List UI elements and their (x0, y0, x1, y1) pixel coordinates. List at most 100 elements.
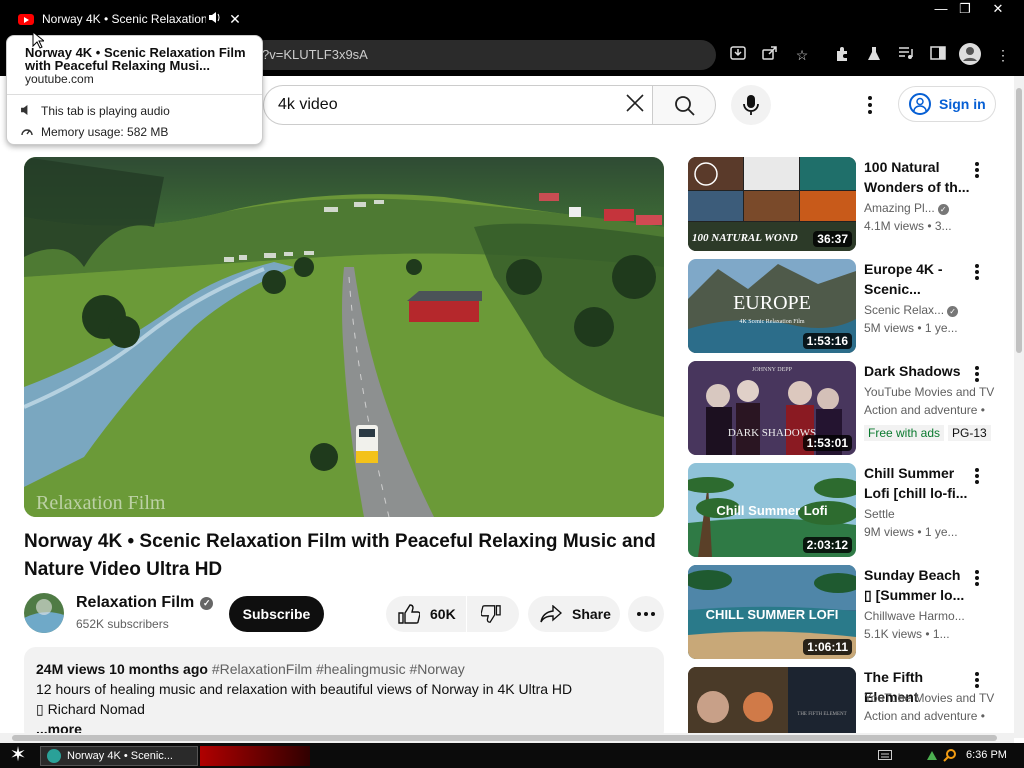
hovercard-audio-row: This tab is playing audio (21, 104, 170, 118)
media-control-icon[interactable] (896, 46, 916, 64)
item-menu-icon[interactable] (972, 567, 982, 589)
share-button[interactable]: Share (528, 596, 620, 632)
item-menu-icon[interactable] (972, 669, 982, 691)
dislike-button[interactable] (467, 596, 519, 632)
recommendation-thumbnail[interactable]: CHILL SUMMER LOFI 1:06:11 (688, 565, 856, 659)
subscribe-button[interactable]: Subscribe (229, 596, 324, 632)
start-menu-icon[interactable]: ✶ (6, 745, 30, 767)
voice-search-button[interactable] (731, 85, 771, 125)
recommendation-item[interactable]: Chill Summer Lofi 2:03:12 Chill Summer L… (688, 463, 1008, 557)
recommendation-title[interactable]: 100 Natural Wonders of th... (864, 157, 972, 197)
subscriber-count: 652K subscribers (76, 617, 169, 631)
video-duration: 36:37 (813, 231, 852, 247)
search-button[interactable] (652, 85, 716, 125)
recommendation-thumbnail[interactable]: 100 NATURAL WOND 36:37 (688, 157, 856, 251)
install-icon[interactable] (728, 46, 748, 64)
speaker-icon[interactable] (206, 12, 224, 26)
video-description[interactable]: 24M views 10 months ago #RelaxationFilm … (24, 647, 664, 742)
more-horizontal-icon (637, 612, 655, 616)
bookmark-star-icon[interactable]: ☆ (792, 46, 812, 64)
channel-avatar[interactable] (24, 593, 64, 633)
recommendation-title[interactable]: Chill Summer Lofi [chill lo-fi... (864, 463, 972, 503)
recommendation-thumbnail[interactable]: THE FIFTH ELEMENT (688, 667, 856, 733)
horizontal-scroll-thumb[interactable] (12, 735, 997, 741)
browser-tab-strip: Norway 4K • Scenic Relaxation ✕ — ❐ ✕ (0, 0, 1024, 34)
system-clock[interactable]: 6:36 PM (966, 749, 1007, 761)
recommendation-item[interactable]: CHILL SUMMER LOFI 1:06:11 Sunday Beach ▯… (688, 565, 1008, 659)
thumbnail-text: Chill Summer Lofi (716, 503, 827, 518)
thumbnail-topline: JOHNNY DEPP (752, 367, 793, 373)
thumbnail-text: THE FIFTH ELEMENT (797, 712, 846, 717)
keyboard-icon[interactable] (878, 750, 892, 760)
recommendation-title[interactable]: Sunday Beach ▯ [Summer lo... (864, 565, 972, 605)
recommendation-channel: YouTube Movies and TV (864, 691, 995, 705)
more-actions-button[interactable] (628, 596, 664, 632)
recommendation-item[interactable]: JOHNNY DEPP DARK SHADOWS 1:53:01 Dark Sh… (688, 361, 1008, 455)
thumbs-down-icon (481, 605, 501, 623)
item-menu-icon[interactable] (972, 159, 982, 181)
settings-menu-icon[interactable] (860, 94, 880, 116)
verified-check-icon: ✓ (937, 204, 949, 215)
speaker-icon (21, 104, 41, 118)
view-and-date: 24M views 10 months ago (36, 661, 208, 677)
tab-close-icon[interactable]: ✕ (224, 11, 246, 28)
clear-search-icon[interactable] (622, 93, 648, 119)
profile-avatar-icon[interactable] (958, 43, 982, 67)
horizontal-scrollbar[interactable] (0, 733, 1014, 743)
taskbar-browser-item[interactable]: Norway 4K • Scenic... (40, 746, 198, 766)
item-menu-icon[interactable] (972, 465, 982, 487)
extensions-icon[interactable] (832, 46, 852, 64)
hovercard-memory-row: Memory usage: 582 MB (21, 125, 168, 139)
side-panel-icon[interactable] (928, 46, 948, 64)
thumbnail-fifth-element-poster: THE FIFTH ELEMENT (688, 667, 856, 733)
hovercard-title: Norway 4K • Scenic Relaxation Film with … (25, 45, 246, 73)
hovercard-memory-text: Memory usage: 582 MB (41, 125, 169, 139)
recommendation-views: 9M views • 1 ye... (864, 525, 958, 539)
search-tray-icon[interactable] (943, 748, 957, 762)
sign-in-label: Sign in (939, 96, 986, 112)
sign-in-button[interactable]: Sign in (898, 86, 996, 122)
video-duration: 1:53:16 (802, 333, 852, 349)
video-watermark: Relaxation Film (36, 492, 166, 514)
channel-name[interactable]: Relaxation Film ✓ (76, 594, 214, 612)
recommendation-thumbnail[interactable]: JOHNNY DEPP DARK SHADOWS 1:53:01 (688, 361, 856, 455)
tab-title: Norway 4K • Scenic Relaxation (42, 12, 206, 26)
channel-text: Amazing Pl... (864, 201, 935, 215)
recommendation-item[interactable]: EUROPE 4K Scenic Relaxation Film 1:53:16… (688, 259, 1008, 353)
video-duration: 1:06:11 (803, 639, 852, 655)
free-with-ads-badge: Free with ads (864, 425, 945, 441)
recommendation-item[interactable]: 100 NATURAL WOND 36:37 100 Natural Wonde… (688, 157, 1008, 251)
item-menu-icon[interactable] (972, 363, 982, 385)
recommendation-thumbnail[interactable]: Chill Summer Lofi 2:03:12 (688, 463, 856, 557)
share-label: Share (572, 606, 611, 622)
address-bar[interactable]: ?v=KLUTLF3x9sA (250, 40, 716, 70)
hovercard-divider (7, 94, 262, 95)
network-icon[interactable] (925, 748, 939, 762)
recommendation-views: 5M views • 1 ye... (864, 321, 958, 335)
video-player[interactable]: Relaxation Film (24, 157, 664, 517)
restore-icon[interactable]: ❐ (950, 0, 980, 18)
vertical-scroll-thumb[interactable] (1016, 88, 1022, 353)
recommendation-thumbnail[interactable]: EUROPE 4K Scenic Relaxation Film 1:53:16 (688, 259, 856, 353)
like-button[interactable]: 60K (386, 596, 466, 632)
browser-menu-icon[interactable]: ⋮ (993, 46, 1013, 64)
item-menu-icon[interactable] (972, 261, 982, 283)
browser-tab[interactable]: Norway 4K • Scenic Relaxation ✕ (8, 4, 246, 34)
recommendation-genre: Action and adventure • (864, 709, 985, 723)
thumbnail-subtext: 4K Scenic Relaxation Film (739, 319, 804, 325)
video-duration: 1:53:01 (802, 435, 852, 451)
labs-flask-icon[interactable] (864, 46, 884, 64)
hovercard-domain: youtube.com (25, 72, 94, 86)
recommendation-item[interactable]: THE FIFTH ELEMENT The Fifth Element YouT… (688, 667, 1008, 733)
recommendation-title[interactable]: Europe 4K - Scenic... (864, 259, 972, 299)
recommendation-channel: Scenic Relax... ✓ (864, 303, 996, 317)
recommendation-channel: Amazing Pl... ✓ (864, 201, 996, 215)
hashtags[interactable]: #RelaxationFilm #healingmusic #Norway (212, 661, 465, 677)
recommendation-title[interactable]: Dark Shadows (864, 361, 972, 381)
window-close-icon[interactable]: ✕ (983, 0, 1013, 18)
search-input[interactable]: 4k video (263, 85, 653, 125)
share-page-icon[interactable] (760, 46, 780, 64)
mouse-cursor-icon (32, 31, 44, 49)
vertical-scrollbar[interactable] (1014, 76, 1024, 738)
recommendation-channel: YouTube Movies and TV (864, 385, 995, 399)
